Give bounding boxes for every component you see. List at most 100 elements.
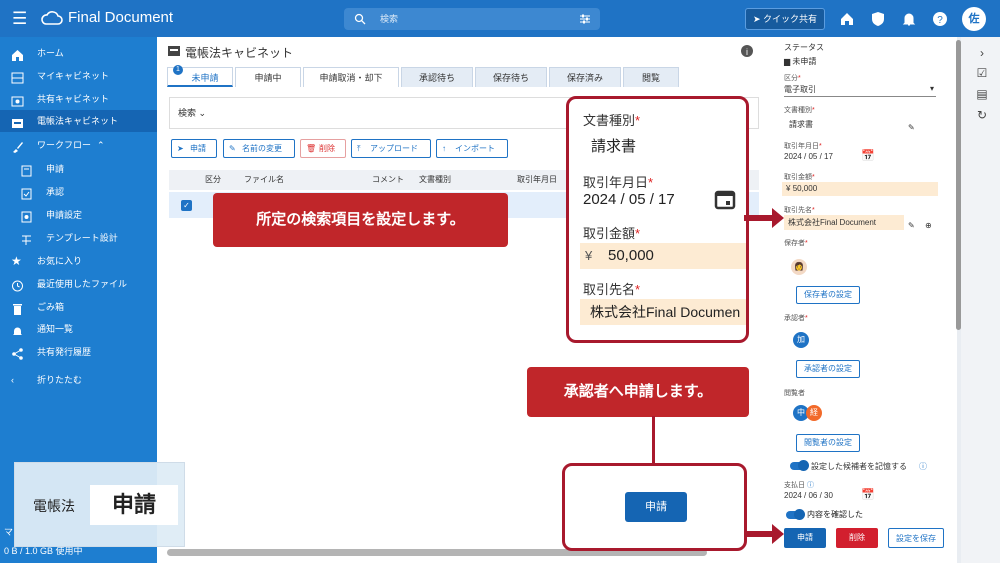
field-label: 支払日	[784, 482, 805, 489]
user-avatar[interactable]: 佐	[962, 7, 986, 31]
pencil-icon[interactable]: ✎	[908, 123, 915, 132]
status-value: ▆ 未申請	[784, 56, 816, 67]
tab-cancelled[interactable]: 申請取消・却下	[303, 67, 399, 87]
approver-label: 承認者*	[784, 315, 808, 322]
amount-label: 取引金額*	[784, 174, 815, 181]
sidebar-item-workflow[interactable]: ワークフロー ⌃	[0, 134, 157, 156]
client-input[interactable]: 株式会社Final Document	[784, 215, 904, 230]
set-viewer-button[interactable]: 閲覧者の設定	[796, 434, 860, 452]
tab-applying[interactable]: 申請中	[235, 67, 301, 87]
menu-icon[interactable]: ☰	[12, 10, 27, 27]
pay-label: 支払日 ⓘ	[784, 482, 814, 489]
apply-button-zoom: 申請	[625, 492, 687, 522]
arrow-up-icon: ↑	[442, 144, 446, 153]
sidebar-item-favorites[interactable]: ★ お気に入り	[0, 250, 157, 272]
search-input[interactable]: 検索	[344, 8, 600, 30]
sidebar-item-label: マイキャビネット	[37, 71, 110, 81]
sidebar-item-share-history[interactable]: 共有発行履歴	[0, 341, 157, 363]
approver-callout: 承認者へ申請します。	[527, 367, 749, 417]
column-header[interactable]: 区分	[205, 170, 221, 190]
home-icon	[11, 47, 24, 61]
sidebar-item-my-cabinet[interactable]: マイキャビネット	[0, 65, 157, 87]
chevron-right-icon[interactable]: ›	[975, 46, 989, 60]
tab-label: 保存済み	[566, 73, 603, 83]
set-keeper-button[interactable]: 保存者の設定	[796, 286, 860, 304]
sidebar-item-shared-cabinet[interactable]: 共有キャビネット	[0, 88, 157, 110]
app-logo[interactable]: Final Document	[40, 9, 173, 26]
sidebar-item-recent[interactable]: 最近使用したファイル	[0, 273, 157, 295]
sidebar-item-apply-setting[interactable]: 申請設定	[0, 204, 157, 226]
remember-toggle[interactable]	[790, 460, 809, 471]
calendar-icon[interactable]: 📅	[861, 488, 875, 501]
bell-icon	[11, 323, 24, 335]
column-header[interactable]: 文書種別	[419, 170, 451, 190]
upload-button[interactable]: ⤒ アップロード	[351, 139, 431, 158]
task-check-icon[interactable]: ☑	[975, 66, 989, 80]
field-label: 文書種別	[583, 113, 636, 128]
row-checkbox[interactable]: ✓	[181, 200, 192, 211]
confirm-toggle[interactable]	[786, 509, 805, 520]
quick-share-button[interactable]: ➤ クイック共有	[745, 8, 825, 30]
field-label: 取引先名	[784, 207, 812, 214]
set-approver-button[interactable]: 承認者の設定	[796, 360, 860, 378]
zoom-doc-type-label: 文書種別*	[583, 113, 641, 128]
info-icon[interactable]: i	[740, 44, 754, 58]
apply-submit-button[interactable]: 申請	[784, 528, 826, 548]
tab-view[interactable]: 閲覧	[623, 67, 679, 87]
comment-icon[interactable]: ▤	[975, 87, 989, 101]
sidebar-item-home[interactable]: ホーム	[0, 42, 157, 64]
cabinet-icon	[11, 70, 24, 84]
sidebar-item-approve[interactable]: 承認	[0, 181, 157, 203]
sidebar-item-label: ごみ箱	[37, 302, 65, 312]
delete-button[interactable]: 🗑 削除	[300, 139, 346, 158]
step-badge: 電帳法 申請	[14, 462, 185, 547]
calendar-icon[interactable]: 📅	[861, 149, 875, 162]
sidebar-item-template[interactable]: テンプレート設計	[0, 227, 157, 249]
add-icon[interactable]: ⊕	[925, 221, 932, 230]
doc-type-value[interactable]: 請求書	[789, 119, 813, 130]
help-icon[interactable]: ?	[931, 10, 949, 28]
refresh-icon[interactable]: ↻	[975, 108, 989, 122]
filter-icon[interactable]	[579, 13, 591, 25]
zoom-doc-type-value: 請求書	[591, 138, 637, 155]
send-icon: ➤	[177, 144, 184, 153]
date-label: 取引年月日*	[784, 143, 822, 150]
sidebar-item-apply[interactable]: 申請	[0, 158, 157, 180]
save-settings-button[interactable]: 設定を保存	[888, 528, 944, 548]
rename-button[interactable]: ✎ 名前の変更	[223, 139, 295, 158]
storage-prefix: マ	[4, 527, 14, 537]
svg-text:i: i	[746, 47, 748, 57]
sidebar-item-label: テンプレート設計	[46, 233, 118, 243]
sidebar-item-ledger-cabinet[interactable]: 電帳法キャビネット	[0, 110, 157, 132]
amount-input[interactable]: ¥ 50,000	[782, 182, 938, 196]
home-icon[interactable]	[838, 10, 856, 28]
column-header[interactable]: ファイル名	[244, 170, 284, 190]
column-header[interactable]: コメント	[372, 170, 404, 190]
delete-submit-button[interactable]: 削除	[836, 528, 878, 548]
share-icon	[11, 346, 24, 360]
cloud-logo-icon	[41, 10, 63, 25]
amount-text: 50,000	[792, 184, 818, 193]
viewer-label: 閲覧者	[784, 390, 805, 397]
step-action: 申請	[90, 485, 178, 525]
status-tabs: 1 未申請 申請中 申請取消・却下 承認待ち 保存待ち 保存済み 閲覧	[167, 65, 727, 87]
bell-icon[interactable]	[900, 10, 918, 28]
tab-unapplied[interactable]: 1 未申請	[167, 65, 233, 87]
sidebar-item-trash[interactable]: ごみ箱	[0, 296, 157, 318]
ledger-cabinet-icon	[168, 46, 180, 56]
import-button[interactable]: ↑ インポート	[436, 139, 508, 158]
pay-date-value[interactable]: 2024 / 06 / 30	[784, 491, 833, 500]
pencil-icon[interactable]: ✎	[908, 221, 915, 230]
apply-action-button[interactable]: ➤ 申請	[171, 139, 217, 158]
date-value[interactable]: 2024 / 05 / 17	[784, 152, 833, 161]
kubun-select[interactable]: 電子取引 ▾	[784, 84, 936, 97]
sidebar-item-collapse[interactable]: ‹ 折りたたむ	[0, 369, 157, 391]
tab-label: 保存待ち	[492, 73, 529, 83]
tab-awaiting-approval[interactable]: 承認待ち	[401, 67, 473, 87]
column-header[interactable]: 取引年月日	[517, 170, 557, 190]
sidebar-item-notifications[interactable]: 通知一覧	[0, 318, 157, 340]
tab-saved[interactable]: 保存済み	[549, 67, 621, 87]
help-icon[interactable]: ⓘ	[919, 461, 927, 472]
shield-icon[interactable]	[869, 10, 887, 28]
tab-awaiting-save[interactable]: 保存待ち	[475, 67, 547, 87]
